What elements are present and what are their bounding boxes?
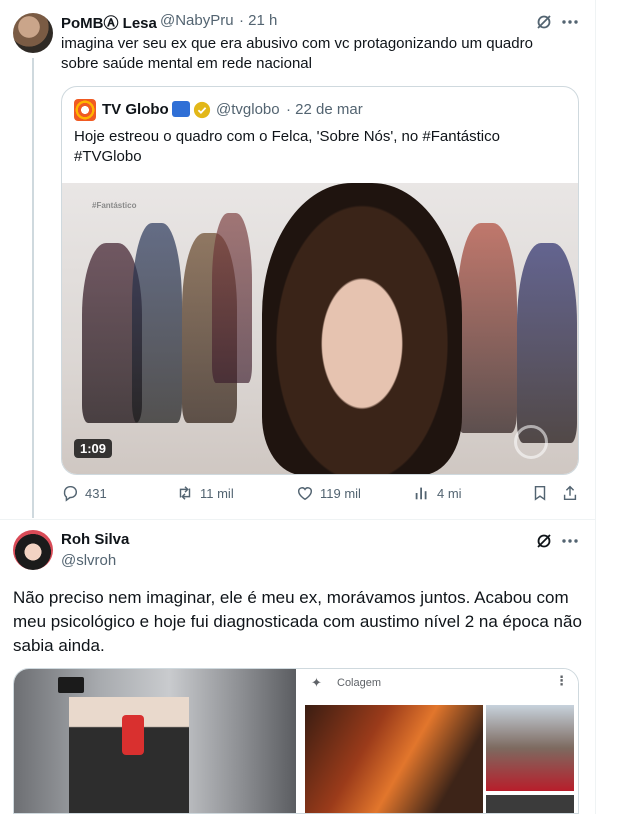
collage-photo — [486, 705, 574, 791]
grok-icon[interactable] — [534, 12, 554, 32]
views-icon — [415, 487, 427, 500]
retweet-icon — [179, 486, 191, 500]
tweet-text: Hoje estreou o quadro com o Felca, 'Sobr… — [74, 128, 500, 165]
tweet-text: imagina ver seu ex que era abusivo com v… — [61, 35, 533, 72]
reply-button[interactable]: 431 — [61, 484, 107, 502]
like-icon — [297, 487, 313, 501]
grok-icon[interactable] — [534, 531, 554, 551]
collage-label: Colagem — [337, 677, 382, 689]
quoted-tweet[interactable]: TV Globo @tvglobo · 22 de mar Hoje estre… — [61, 86, 579, 475]
tweet-text: Não preciso nem imaginar, ele é meu ex, … — [13, 588, 582, 655]
handle[interactable]: @NabyPru — [160, 12, 234, 29]
thread-line — [32, 58, 34, 518]
timestamp: · 22 de mar — [286, 101, 363, 118]
avatar[interactable] — [13, 13, 53, 53]
like-count: 119 mil — [320, 485, 361, 501]
photo-elevator-selfie[interactable] — [14, 669, 296, 813]
video-duration: 1:09 — [74, 439, 113, 458]
timestamp[interactable]: · 21 h — [239, 12, 277, 29]
retweet-button[interactable]: 11 mil — [176, 484, 234, 502]
more-icon[interactable] — [560, 12, 580, 32]
collage-header: ✦ Colagem ⋮ — [299, 669, 578, 701]
avatar — [74, 99, 96, 121]
verified-icon — [193, 101, 211, 119]
collage-photo — [486, 795, 574, 813]
floor-display — [58, 677, 84, 693]
timeline: PoMBⒶ Lesa @NabyPru · 21 h imagina ver s… — [0, 0, 596, 814]
phone — [122, 715, 144, 755]
display-name: TV Globo — [102, 101, 169, 118]
bookmark-button[interactable] — [531, 484, 549, 502]
views-button[interactable]: 4 mi — [413, 484, 462, 502]
background-figure — [212, 213, 252, 383]
display-name[interactable]: Roh Silva — [61, 531, 129, 548]
video-player[interactable]: #Fantástico 1:09 — [62, 183, 578, 474]
background-figure — [517, 243, 577, 443]
photo-collage[interactable]: ✦ Colagem ⋮ — [299, 669, 578, 813]
more-vertical-icon[interactable]: ⋮ — [555, 673, 568, 689]
tv-icon — [172, 101, 190, 117]
avatar[interactable] — [13, 530, 53, 570]
background-figure — [132, 223, 182, 423]
collage-photo — [305, 705, 483, 813]
background-figure — [457, 223, 517, 433]
reply-count: 431 — [85, 485, 107, 501]
globo-watermark-icon — [514, 425, 548, 459]
retweet-count: 11 mil — [200, 485, 234, 501]
page-gutter — [606, 0, 625, 814]
handle: @tvglobo — [216, 101, 280, 118]
more-icon[interactable] — [560, 531, 580, 551]
media-grid[interactable]: ✦ Colagem ⋮ — [13, 668, 579, 814]
like-button[interactable]: 119 mil — [296, 484, 361, 502]
sparkle-icon: ✦ — [311, 675, 322, 690]
share-icon — [563, 485, 577, 501]
bookmark-icon — [534, 485, 546, 501]
handle[interactable]: @slvroh — [61, 552, 116, 569]
views-count: 4 mi — [437, 485, 462, 501]
share-button[interactable] — [561, 484, 579, 502]
reply-icon — [63, 485, 77, 502]
tweet-actions: 431 11 mil 119 mil 4 mi — [61, 484, 581, 510]
divider — [0, 519, 595, 520]
display-name[interactable]: PoMBⒶ Lesa — [61, 12, 157, 33]
main-figure — [262, 183, 462, 474]
video-tag: #Fantástico — [92, 201, 137, 210]
